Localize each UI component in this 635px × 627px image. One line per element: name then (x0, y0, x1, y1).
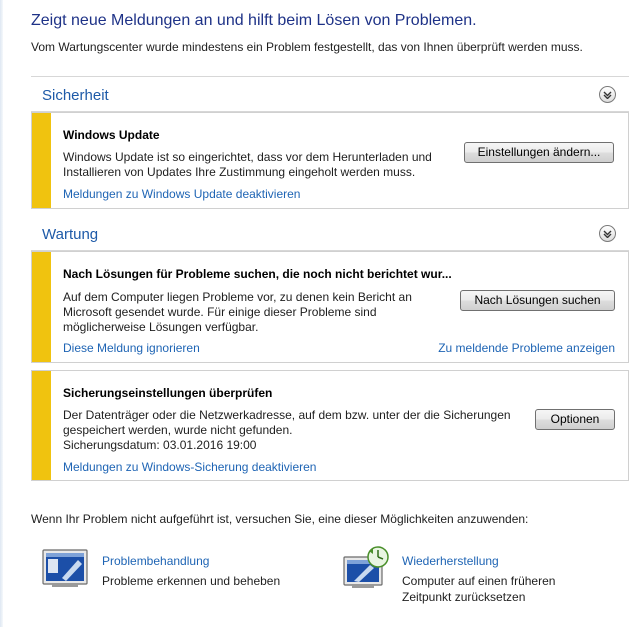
section-title-maintenance[interactable]: Wartung (42, 226, 98, 243)
change-settings-button[interactable]: Einstellungen ändern... (464, 142, 614, 163)
ignore-message-link[interactable]: Diese Meldung ignorieren (63, 341, 200, 355)
card-description: Der Datenträger oder die Netzwerkadresse… (63, 408, 511, 437)
section-title-security[interactable]: Sicherheit (42, 87, 109, 104)
card-title: Nach Lösungen für Probleme suchen, die n… (63, 267, 452, 281)
card-description: Auf dem Computer liegen Probleme vor, zu… (63, 290, 412, 334)
troubleshooting-icon[interactable] (42, 548, 88, 588)
disable-backup-messages-link[interactable]: Meldungen zu Windows-Sicherung deaktivie… (63, 460, 316, 474)
warning-stripe (32, 252, 51, 362)
chevron-down-icon (603, 91, 612, 99)
search-solutions-button[interactable]: Nach Lösungen suchen (460, 290, 615, 311)
options-button[interactable]: Optionen (535, 409, 615, 430)
other-options-hint: Wenn Ihr Problem nicht aufgeführt ist, v… (31, 512, 529, 526)
card-title: Windows Update (63, 128, 160, 142)
page-title: Zeigt neue Meldungen an und hilft beim L… (31, 12, 477, 29)
system-restore-link[interactable]: Wiederherstellung (402, 554, 499, 568)
problem-reports-card: Nach Lösungen für Probleme suchen, die n… (31, 251, 629, 363)
collapse-security-button[interactable] (599, 86, 616, 103)
card-description: Windows Update ist so eingerichtet, dass… (63, 150, 432, 179)
disable-windows-update-messages-link[interactable]: Meldungen zu Windows Update deaktivieren (63, 187, 300, 201)
card-title: Sicherungseinstellungen überprüfen (63, 386, 273, 400)
troubleshooting-link[interactable]: Problembehandlung (102, 554, 209, 568)
chevron-down-icon (603, 230, 612, 238)
backup-date: Sicherungsdatum: 03.01.2016 19:00 (63, 438, 257, 452)
section-divider (31, 76, 629, 77)
backup-settings-card: Sicherungseinstellungen überprüfen Der D… (31, 370, 629, 481)
warning-stripe (32, 371, 51, 480)
warning-stripe (32, 113, 51, 208)
collapse-maintenance-button[interactable] (599, 225, 616, 242)
window-left-edge (0, 0, 3, 627)
windows-update-card: Windows Update Windows Update ist so ein… (31, 112, 629, 209)
system-restore-icon[interactable] (342, 545, 392, 591)
page-subtitle: Vom Wartungscenter wurde mindestens ein … (31, 40, 583, 54)
system-restore-description: Computer auf einen früheren Zeitpunkt zu… (402, 574, 556, 604)
show-problems-to-report-link[interactable]: Zu meldende Probleme anzeigen (438, 341, 615, 355)
troubleshooting-description: Probleme erkennen und beheben (102, 574, 281, 588)
